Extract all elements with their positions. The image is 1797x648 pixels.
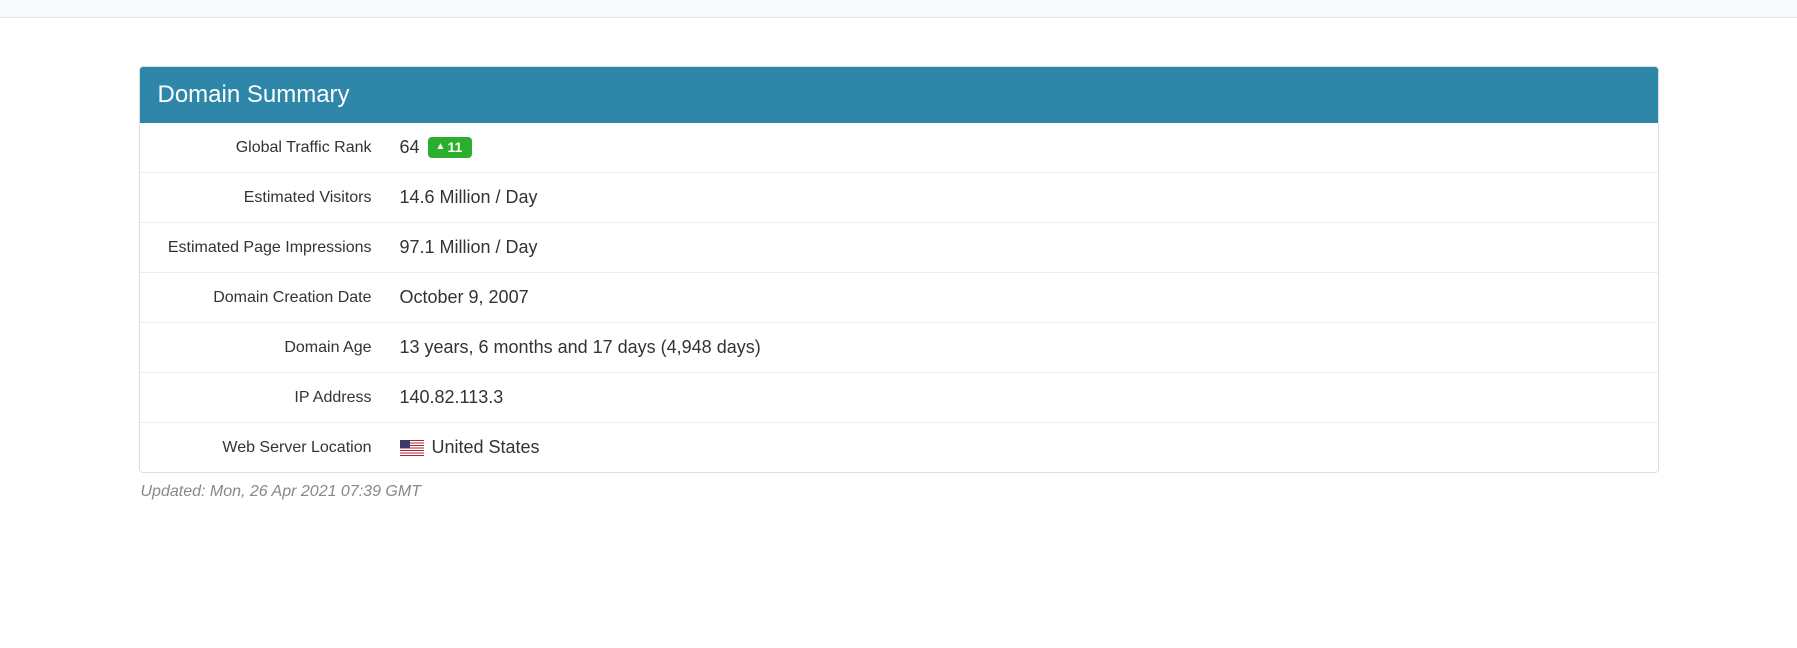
traffic-rank-number: 64 xyxy=(400,137,420,158)
label-ip: IP Address xyxy=(140,389,390,407)
us-flag-icon xyxy=(400,440,424,456)
panel-title: Domain Summary xyxy=(140,67,1658,123)
label-location: Web Server Location xyxy=(140,439,390,457)
label-visitors: Estimated Visitors xyxy=(140,189,390,207)
location-text: United States xyxy=(432,437,540,458)
value-visitors: 14.6 Million / Day xyxy=(390,187,1658,208)
row-traffic-rank: Global Traffic Rank 64 ▲ 11 xyxy=(140,123,1658,173)
label-traffic-rank: Global Traffic Rank xyxy=(140,139,390,157)
label-age: Domain Age xyxy=(140,339,390,357)
row-ip: IP Address 140.82.113.3 xyxy=(140,373,1658,423)
value-impressions: 97.1 Million / Day xyxy=(390,237,1658,258)
row-visitors: Estimated Visitors 14.6 Million / Day xyxy=(140,173,1658,223)
row-creation: Domain Creation Date October 9, 2007 xyxy=(140,273,1658,323)
value-traffic-rank: 64 ▲ 11 xyxy=(390,137,1658,158)
label-impressions: Estimated Page Impressions xyxy=(140,239,390,257)
value-creation: October 9, 2007 xyxy=(390,287,1658,308)
row-impressions: Estimated Page Impressions 97.1 Million … xyxy=(140,223,1658,273)
main-container: Domain Summary Global Traffic Rank 64 ▲ … xyxy=(119,18,1679,511)
value-location: United States xyxy=(390,437,1658,458)
domain-summary-panel: Domain Summary Global Traffic Rank 64 ▲ … xyxy=(139,66,1659,473)
rank-delta-value: 11 xyxy=(447,139,462,156)
top-bar xyxy=(0,0,1797,18)
updated-timestamp: Updated: Mon, 26 Apr 2021 07:39 GMT xyxy=(139,473,1659,511)
arrow-up-icon: ▲ xyxy=(436,141,446,153)
rank-delta-badge: ▲ 11 xyxy=(428,137,473,158)
label-creation: Domain Creation Date xyxy=(140,289,390,307)
row-age: Domain Age 13 years, 6 months and 17 day… xyxy=(140,323,1658,373)
row-location: Web Server Location United States xyxy=(140,423,1658,472)
value-ip: 140.82.113.3 xyxy=(390,387,1658,408)
value-age: 13 years, 6 months and 17 days (4,948 da… xyxy=(390,337,1658,358)
